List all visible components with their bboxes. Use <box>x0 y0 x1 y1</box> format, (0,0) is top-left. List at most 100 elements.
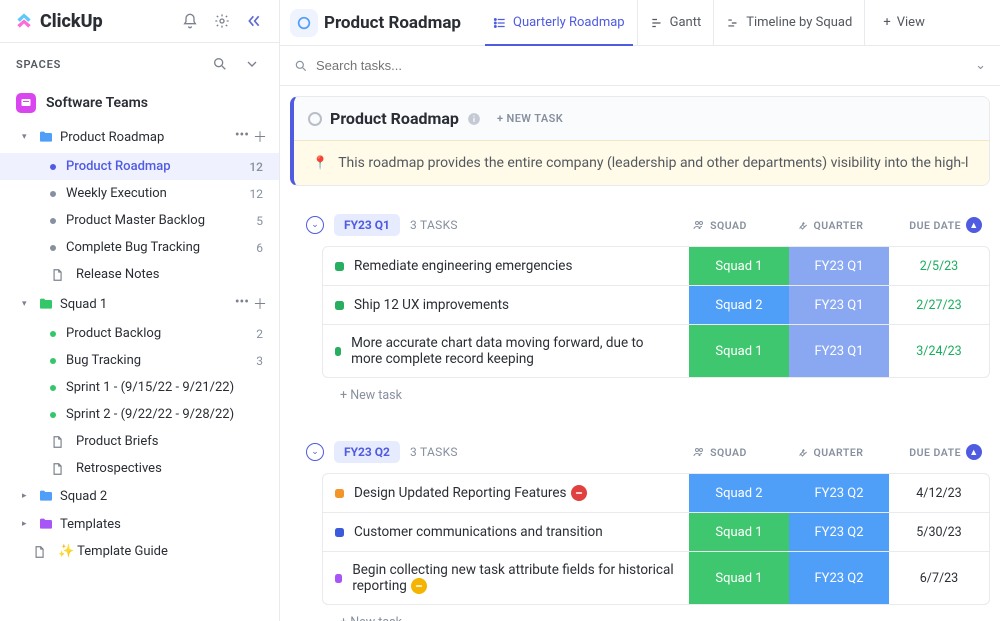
quarter-cell[interactable]: FY23 Q1 <box>789 325 889 377</box>
chevron-down-icon[interactable] <box>241 53 263 75</box>
column-header-squad[interactable]: SQUAD <box>670 219 770 232</box>
sidebar-folder[interactable]: ▾Squad 1•••＋ <box>0 288 279 320</box>
column-header-quarter[interactable]: QUARTER <box>780 219 880 232</box>
sidebar-list[interactable]: Product Roadmap12 <box>0 153 279 180</box>
task-row[interactable]: Design Updated Reporting Features Squad … <box>323 474 989 512</box>
squad-cell[interactable]: Squad 1 <box>689 247 789 285</box>
clickup-logo-icon <box>14 11 34 31</box>
new-task-button[interactable]: + New task <box>326 378 990 413</box>
bell-icon[interactable] <box>179 10 201 32</box>
sidebar-tree: ▾ Product Roadmap ••• ＋ Product Roadmap12Wee… <box>0 121 279 621</box>
sort-badge-icon[interactable]: ▲ <box>966 444 982 460</box>
task-name: More accurate chart data moving forward,… <box>351 335 677 367</box>
doc-name: ✨ Template Guide <box>58 544 267 559</box>
sidebar-list[interactable]: Product Backlog2 <box>0 320 279 347</box>
sort-badge-icon[interactable]: ▲ <box>966 217 982 233</box>
brand-logo[interactable]: ClickUp <box>14 11 169 32</box>
task-name: Design Updated Reporting Features <box>354 485 587 501</box>
list-dot-icon <box>50 385 56 391</box>
group-header[interactable]: ⌄ FY23 Q2 3 TASKS SQUAD QUARTER DUE DATE… <box>306 437 990 467</box>
quarter-cell[interactable]: FY23 Q1 <box>789 286 889 324</box>
new-task-button[interactable]: + NEW TASK <box>497 112 563 125</box>
sidebar-doc[interactable]: Release Notes <box>0 261 279 288</box>
status-icon[interactable] <box>335 489 344 498</box>
search-icon[interactable] <box>209 53 231 75</box>
collapse-group-icon[interactable]: ⌄ <box>306 443 324 461</box>
view-tab[interactable]: Gantt <box>638 0 715 45</box>
column-header-squad[interactable]: SQUAD <box>670 446 770 459</box>
due-date-cell[interactable]: 4/12/23 <box>889 474 989 512</box>
sidebar-folder[interactable]: ▾Product Roadmap•••＋ <box>0 121 279 153</box>
sidebar-folder[interactable]: ▸Squad 2 <box>0 482 279 510</box>
add-icon[interactable]: ＋ <box>253 127 267 147</box>
status-icon[interactable] <box>335 347 341 356</box>
list-dot-icon <box>50 245 56 251</box>
collapse-group-icon[interactable]: ⌄ <box>306 216 324 234</box>
view-tab-label: Quarterly Roadmap <box>513 15 625 30</box>
gear-icon[interactable] <box>211 10 233 32</box>
task-group: ⌄ FY23 Q1 3 TASKS SQUAD QUARTER DUE DATE… <box>306 210 990 413</box>
more-icon[interactable]: ••• <box>235 127 249 147</box>
sidebar-doc[interactable]: Product Briefs <box>0 428 279 455</box>
info-icon[interactable] <box>467 112 481 126</box>
column-header-due[interactable]: DUE DATE▲ <box>890 444 990 460</box>
due-date-cell[interactable]: 2/5/23 <box>889 247 989 285</box>
due-date-cell[interactable]: 6/7/23 <box>889 552 989 604</box>
column-header-due[interactable]: DUE DATE▲ <box>890 217 990 233</box>
quarter-cell[interactable]: FY23 Q1 <box>789 247 889 285</box>
due-date-cell[interactable]: 3/24/23 <box>889 325 989 377</box>
sidebar-list[interactable]: Sprint 2 - (9/22/22 - 9/28/22) <box>0 401 279 428</box>
folder-name: Squad 1 <box>60 297 229 312</box>
new-task-button[interactable]: + New task <box>326 605 990 621</box>
caret-icon: ▾ <box>22 132 32 142</box>
quarter-cell[interactable]: FY23 Q2 <box>789 474 889 512</box>
task-search[interactable]: ⌄ <box>280 46 1000 86</box>
sidebar-doc[interactable]: Retrospectives <box>0 455 279 482</box>
add-icon[interactable]: ＋ <box>253 294 267 314</box>
view-tab[interactable]: Timeline by Squad <box>714 0 865 45</box>
group-header[interactable]: ⌄ FY23 Q1 3 TASKS SQUAD QUARTER DUE DATE… <box>306 210 990 240</box>
space-item[interactable]: Software Teams <box>0 85 279 121</box>
list-name: Product Roadmap <box>66 159 243 174</box>
squad-cell[interactable]: Squad 2 <box>689 474 789 512</box>
task-row[interactable]: More accurate chart data moving forward,… <box>323 324 989 377</box>
squad-cell[interactable]: Squad 2 <box>689 286 789 324</box>
squad-cell[interactable]: Squad 1 <box>689 513 789 551</box>
list-name: Complete Bug Tracking <box>66 240 250 255</box>
sidebar-list[interactable]: Weekly Execution12 <box>0 180 279 207</box>
collapse-sidebar-icon[interactable] <box>243 10 265 32</box>
quarter-cell[interactable]: FY23 Q2 <box>789 513 889 551</box>
column-header-quarter[interactable]: QUARTER <box>780 446 880 459</box>
sidebar-folder[interactable]: ▸Templates <box>0 510 279 538</box>
blocked-badge-icon <box>571 485 587 501</box>
squad-cell[interactable]: Squad 1 <box>689 325 789 377</box>
sidebar-doc[interactable]: ✨ Template Guide <box>0 538 279 565</box>
sidebar-list[interactable]: Bug Tracking3 <box>0 347 279 374</box>
list-title: Product Roadmap <box>324 13 461 33</box>
squad-cell[interactable]: Squad 1 <box>689 552 789 604</box>
list-dot-icon <box>50 358 56 364</box>
search-input[interactable] <box>316 58 967 73</box>
sidebar-list[interactable]: Product Master Backlog5 <box>0 207 279 234</box>
chevron-down-icon[interactable]: ⌄ <box>975 58 986 73</box>
due-date-cell[interactable]: 5/30/23 <box>889 513 989 551</box>
due-date-cell[interactable]: 2/27/23 <box>889 286 989 324</box>
view-tab-label: Gantt <box>670 15 702 30</box>
task-row[interactable]: Ship 12 UX improvements Squad 2 FY23 Q1 … <box>323 285 989 324</box>
sidebar-list[interactable]: Complete Bug Tracking6 <box>0 234 279 261</box>
view-tab[interactable]: Quarterly Roadmap <box>481 0 638 45</box>
status-icon[interactable] <box>335 574 342 583</box>
add-view-button[interactable]: + View <box>871 15 937 30</box>
list-status-ring-icon[interactable] <box>290 9 318 37</box>
task-row[interactable]: Customer communications and transition S… <box>323 512 989 551</box>
spaces-section-label: SPACES <box>16 58 199 71</box>
task-row[interactable]: Remediate engineering emergencies Squad … <box>323 247 989 285</box>
status-icon[interactable] <box>335 528 344 537</box>
sidebar-list[interactable]: Sprint 1 - (9/15/22 - 9/21/22) <box>0 374 279 401</box>
group-count: 3 TASKS <box>410 218 458 232</box>
status-icon[interactable] <box>335 301 344 310</box>
quarter-cell[interactable]: FY23 Q2 <box>789 552 889 604</box>
more-icon[interactable]: ••• <box>235 294 249 314</box>
task-row[interactable]: Begin collecting new task attribute fiel… <box>323 551 989 604</box>
status-icon[interactable] <box>335 262 344 271</box>
